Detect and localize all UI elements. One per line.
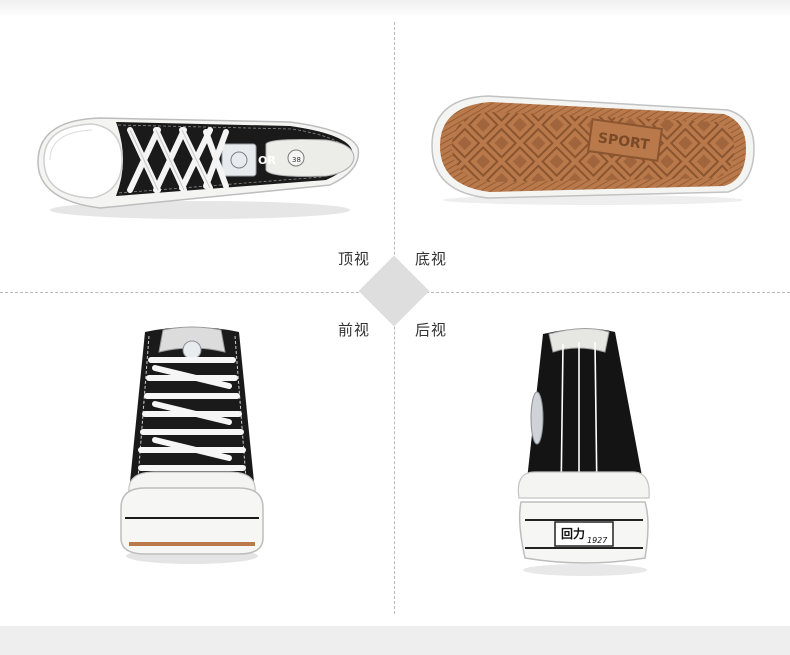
shoe-front-view-image [120,326,264,564]
shoe-top-view-image: 38 OR [37,117,360,219]
bottom-band [0,626,790,655]
label-top-view: 顶视 [338,250,371,268]
label-back-view: 后视 [415,321,448,339]
shoe-bottom-view-image: SPORT [431,95,755,205]
shoe-back-view-image: 回力 1927 [517,328,650,576]
label-front-view: 前视 [338,321,371,339]
label-bottom-view: 底视 [415,250,448,268]
svg-text:38: 38 [292,156,301,164]
product-detail-panel: 顶视 底视 前视 后视 38 OR SPORT 回力 1927 [0,0,790,655]
heel-badge-year: 1927 [587,536,608,545]
side-logo-text: OR [258,154,276,167]
top-shade [0,0,790,18]
heel-badge-brand: 回力 [561,526,585,541]
